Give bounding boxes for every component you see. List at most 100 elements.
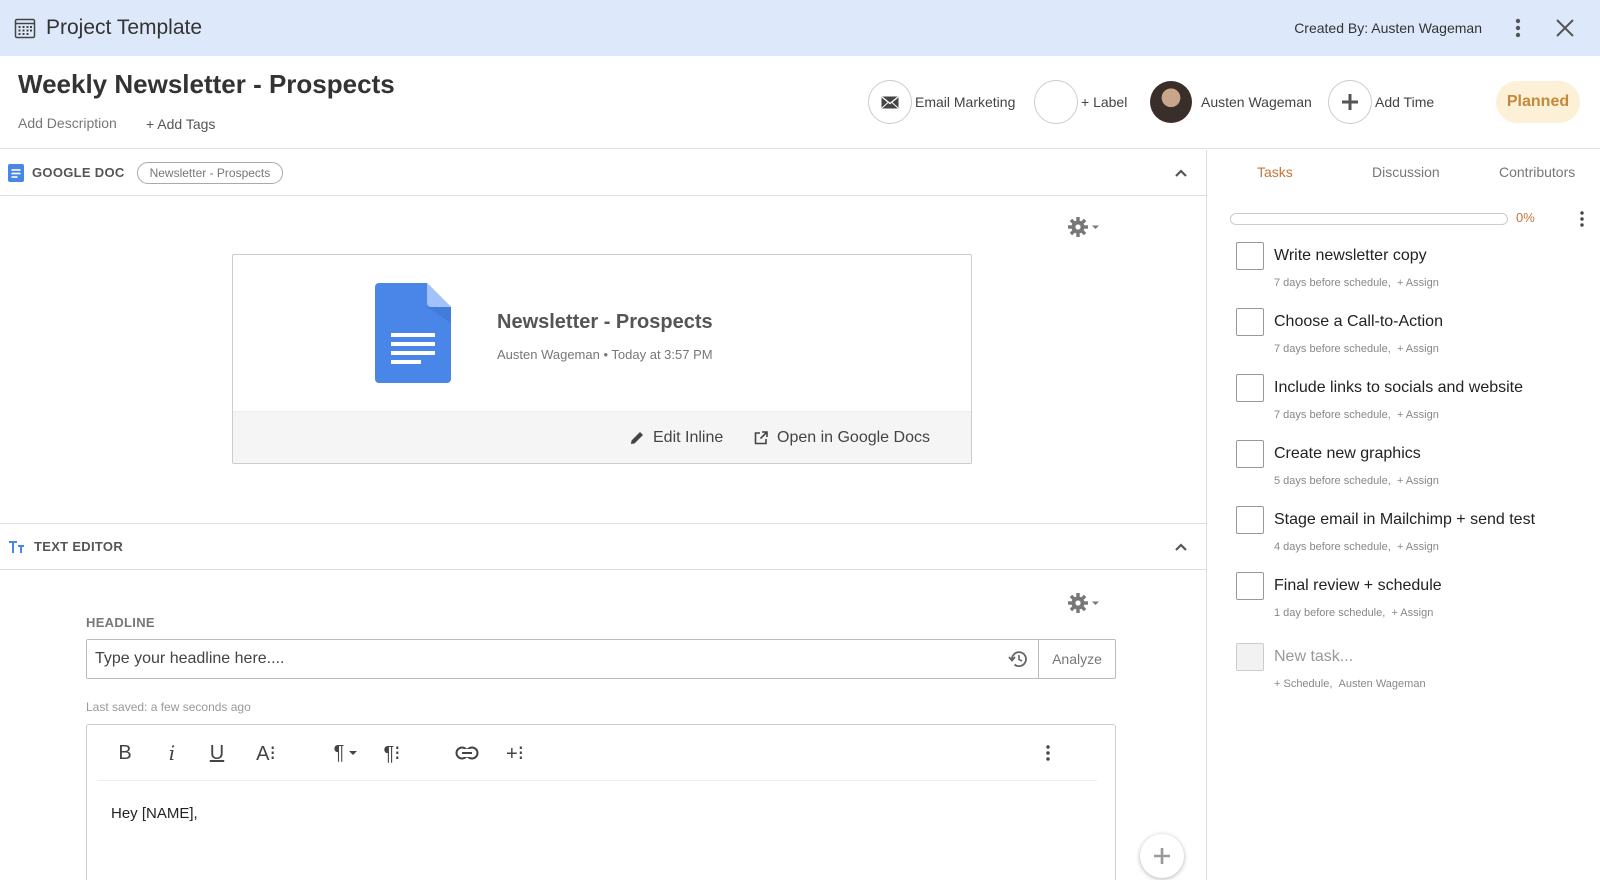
task-meta: 7 days before schedule, + Assign <box>1274 277 1439 289</box>
task-name[interactable]: Write newsletter copy <box>1274 247 1427 265</box>
plus-icon <box>1154 848 1170 864</box>
project-title[interactable]: Weekly Newsletter - Prospects <box>18 69 395 100</box>
window-topbar: Project Template Created By: Austen Wage… <box>0 0 1600 56</box>
open-in-google-docs-button[interactable]: Open in Google Docs <box>753 412 930 464</box>
created-by-text: Created By: Austen Wageman <box>1294 20 1482 36</box>
add-time-button[interactable]: Add Time <box>1328 80 1434 124</box>
text-editor-section-title: TEXT EDITOR <box>34 539 124 554</box>
kebab-icon <box>1515 18 1521 38</box>
pencil-icon <box>631 432 643 444</box>
headline-label: HEADLINE <box>86 615 155 630</box>
chevron-up-icon[interactable] <box>1173 539 1189 555</box>
rich-text-editor: B i U A⁝ ¶ ¶⁝ +⁝ Hey [NAME], <box>86 724 1116 880</box>
google-doc-icon[interactable] <box>375 283 451 383</box>
task-checkbox[interactable] <box>1236 440 1264 468</box>
italic-button[interactable]: i <box>161 741 183 765</box>
add-section-button[interactable] <box>1140 834 1184 878</box>
task-checkbox[interactable] <box>1236 572 1264 600</box>
task-assign-link[interactable]: + Assign <box>1397 343 1439 355</box>
editor-more-button[interactable] <box>1041 741 1055 765</box>
underline-button[interactable]: U <box>205 741 229 765</box>
task-meta: 7 days before schedule, + Assign <box>1274 409 1439 421</box>
window-title: Project Template <box>46 16 203 39</box>
task-checkbox[interactable] <box>1236 374 1264 402</box>
task-checkbox[interactable] <box>1236 308 1264 336</box>
task-assign-link[interactable]: + Assign <box>1397 409 1439 421</box>
category-icon-circle <box>868 80 912 124</box>
category-label: Email Marketing <box>915 94 1016 110</box>
paragraph-format-button[interactable]: ¶⁝ <box>377 741 407 765</box>
add-description-link[interactable]: Add Description <box>18 115 117 131</box>
font-size-button[interactable]: A⁝ <box>251 741 281 765</box>
add-label-text: + Label <box>1081 94 1128 110</box>
link-icon <box>455 746 479 760</box>
text-format-icon <box>9 540 24 553</box>
task-item: Choose a Call-to-Action 7 days before sc… <box>1236 308 1586 360</box>
project-header: Weekly Newsletter - Prospects Add Descri… <box>0 56 1600 149</box>
task-name[interactable]: Choose a Call-to-Action <box>1274 313 1443 331</box>
assignee-button[interactable]: Austen Wageman <box>1150 80 1312 124</box>
google-doc-name-pill[interactable]: Newsletter - Prospects <box>136 161 284 184</box>
close-icon[interactable] <box>1554 17 1576 39</box>
analyze-button[interactable]: Analyze <box>1038 640 1115 678</box>
add-time-label: Add Time <box>1375 94 1435 110</box>
paragraph-style-button[interactable]: ¶ <box>329 741 363 765</box>
task-assign-link[interactable]: + Assign <box>1391 607 1433 619</box>
editor-body-text[interactable]: Hey [NAME], <box>111 805 198 822</box>
task-assign-link[interactable]: + Assign <box>1397 475 1439 487</box>
tab-tasks[interactable]: Tasks <box>1257 164 1293 180</box>
new-task-input[interactable]: New task... <box>1274 648 1353 666</box>
task-meta: 4 days before schedule, + Assign <box>1274 541 1439 553</box>
editor-toolbar: B i U A⁝ ¶ ¶⁝ +⁝ <box>97 725 1097 781</box>
doc-meta: Austen Wageman • Today at 3:57 PM <box>497 347 713 362</box>
task-name[interactable]: Stage email in Mailchimp + send test <box>1274 511 1535 529</box>
insert-link-button[interactable] <box>453 741 481 765</box>
new-task-schedule-link[interactable]: + Schedule, <box>1274 678 1332 690</box>
plus-icon <box>1342 94 1358 110</box>
insert-more-button[interactable]: +⁝ <box>501 741 529 765</box>
task-schedule[interactable]: 7 days before schedule, <box>1274 277 1391 289</box>
add-label-button[interactable]: + Label <box>1034 80 1127 124</box>
status-badge[interactable]: Planned <box>1496 81 1580 123</box>
chevron-up-icon[interactable] <box>1173 165 1189 181</box>
envelope-icon <box>881 95 899 108</box>
doc-title[interactable]: Newsletter - Prospects <box>497 311 713 334</box>
kebab-icon <box>1580 211 1584 227</box>
gear-icon[interactable] <box>1068 216 1102 238</box>
headline-field: Analyze <box>86 639 1116 679</box>
new-task-checkbox <box>1236 643 1264 671</box>
gear-icon[interactable] <box>1068 592 1102 614</box>
task-name[interactable]: Create new graphics <box>1274 445 1421 463</box>
headline-input[interactable] <box>87 640 998 678</box>
edit-inline-button[interactable]: Edit Inline <box>629 412 723 464</box>
add-tags-link[interactable]: + Add Tags <box>146 116 215 132</box>
task-name[interactable]: Include links to socials and website <box>1274 379 1523 397</box>
task-assign-link[interactable]: + Assign <box>1397 541 1439 553</box>
task-schedule[interactable]: 4 days before schedule, <box>1274 541 1391 553</box>
task-item: Write newsletter copy 7 days before sche… <box>1236 242 1586 294</box>
task-assign-link[interactable]: + Assign <box>1397 277 1439 289</box>
side-tabs: Tasks Discussion Contributors <box>1208 150 1600 196</box>
task-checkbox[interactable] <box>1236 506 1264 534</box>
task-name[interactable]: Final review + schedule <box>1274 577 1442 595</box>
new-task-assignee[interactable]: Austen Wageman <box>1339 678 1426 690</box>
tasks-menu-button[interactable] <box>1576 208 1588 230</box>
tab-contributors[interactable]: Contributors <box>1499 164 1575 180</box>
task-progress-percent: 0% <box>1516 210 1535 225</box>
bold-button[interactable]: B <box>113 741 137 765</box>
task-item: Create new graphics 5 days before schedu… <box>1236 440 1586 492</box>
task-item: Include links to socials and website 7 d… <box>1236 374 1586 426</box>
tab-discussion[interactable]: Discussion <box>1372 164 1440 180</box>
edit-inline-label: Edit Inline <box>653 429 724 446</box>
window-menu-button[interactable] <box>1508 16 1528 40</box>
task-schedule[interactable]: 7 days before schedule, <box>1274 409 1391 421</box>
avatar <box>1150 81 1192 123</box>
task-schedule[interactable]: 1 day before schedule, <box>1274 607 1385 619</box>
last-saved-text: Last saved: a few seconds ago <box>86 700 251 714</box>
task-schedule[interactable]: 5 days before schedule, <box>1274 475 1391 487</box>
task-schedule[interactable]: 7 days before schedule, <box>1274 343 1391 355</box>
category-email-marketing[interactable]: Email Marketing <box>868 80 1015 124</box>
label-circle <box>1034 80 1078 124</box>
task-checkbox[interactable] <box>1236 242 1264 270</box>
headline-history-button[interactable] <box>998 640 1038 678</box>
